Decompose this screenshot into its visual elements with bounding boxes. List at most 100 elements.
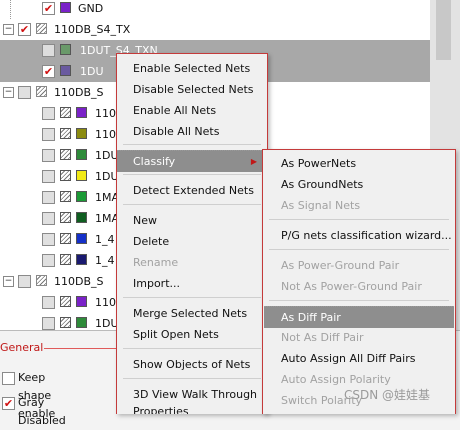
submenu-item-as-diff-pair[interactable]: As Diff Pair — [264, 306, 454, 328]
menu-item-enable-selected-nets[interactable]: Enable Selected Nets — [117, 58, 267, 79]
net-checkbox[interactable]: ✔ — [42, 2, 55, 15]
net-color-icon — [76, 317, 87, 328]
net-label: 110 — [95, 128, 116, 141]
net-color-icon — [60, 212, 71, 223]
scrollbar-thumb[interactable] — [436, 0, 451, 60]
menu-item-classify[interactable]: Classify ▶ — [117, 150, 267, 172]
collapse-icon[interactable]: − — [3, 276, 14, 287]
group-label: 110DB_S — [54, 86, 104, 99]
menu-item-disable-selected-nets[interactable]: Disable Selected Nets — [117, 79, 267, 100]
net-color-icon — [76, 296, 87, 307]
menu-item-rename[interactable]: Rename — [117, 252, 267, 273]
net-color-icon — [60, 296, 71, 307]
tree-group-row[interactable]: − ✔ 110DB_S4_TX — [0, 19, 460, 40]
submenu-item-not-as-diff-pair[interactable]: Not As Diff Pair — [263, 327, 455, 348]
option-label: Gray Disabled — [18, 396, 66, 427]
tree-guide-line — [10, 0, 11, 19]
menu-item-show-objects-of-nets[interactable]: Show Objects of Nets — [117, 354, 267, 375]
menu-separator — [123, 297, 261, 298]
net-color-icon — [76, 128, 87, 139]
group-checkbox[interactable] — [18, 86, 31, 99]
net-checkbox[interactable]: ✔ — [42, 65, 55, 78]
menu-item-disable-all-nets[interactable]: Disable All Nets — [117, 121, 267, 142]
net-checkbox[interactable] — [42, 107, 55, 120]
gray-disabled-checkbox[interactable]: ✔ — [2, 397, 15, 410]
net-color-icon — [76, 212, 87, 223]
menu-separator — [269, 300, 449, 301]
net-color-icon — [60, 107, 71, 118]
net-color-icon — [76, 107, 87, 118]
section-title: General — [0, 341, 44, 354]
net-label: 1_4 — [95, 233, 115, 246]
submenu-item-as-groundnets[interactable]: As GroundNets — [263, 174, 455, 195]
net-color-icon — [60, 170, 71, 181]
net-color-icon — [76, 233, 87, 244]
net-checkbox[interactable] — [42, 296, 55, 309]
net-label: 1_4 — [95, 254, 115, 267]
net-checkbox[interactable] — [42, 212, 55, 225]
keep-shape-checkbox[interactable] — [2, 372, 15, 385]
net-label: GND — [78, 2, 104, 15]
menu-item-split-open-nets[interactable]: Split Open Nets — [117, 324, 267, 345]
collapse-icon[interactable]: − — [3, 24, 14, 35]
menu-separator — [123, 144, 261, 145]
submenu-item-as-powernets[interactable]: As PowerNets — [263, 153, 455, 174]
menu-item-delete[interactable]: Delete — [117, 231, 267, 252]
net-color-icon — [60, 317, 71, 328]
net-color-icon — [60, 44, 71, 55]
net-label: 110 — [95, 107, 116, 120]
net-group-icon — [36, 86, 47, 97]
net-color-icon — [60, 149, 71, 160]
menu-separator — [123, 204, 261, 205]
net-group-icon — [36, 23, 47, 34]
net-color-icon — [76, 254, 87, 265]
menu-separator — [123, 378, 261, 379]
net-color-icon — [76, 191, 87, 202]
group-label: 110DB_S — [54, 275, 104, 288]
menu-item-import[interactable]: Import... — [117, 273, 267, 294]
submenu-item-as-power-ground-pair[interactable]: As Power-Ground Pair — [263, 255, 455, 276]
net-group-icon — [36, 275, 47, 286]
collapse-icon[interactable]: − — [3, 87, 14, 98]
submenu-item-auto-assign-all-diff-pairs[interactable]: Auto Assign All Diff Pairs — [263, 348, 455, 369]
net-color-icon — [76, 149, 87, 160]
tree-row[interactable]: ✔ GND — [0, 0, 460, 19]
submenu-item-as-signal-nets[interactable]: As Signal Nets — [263, 195, 455, 216]
menu-item-3d-view-walk-through[interactable]: 3D View Walk Through — [117, 384, 267, 405]
net-color-icon — [76, 170, 87, 181]
net-color-icon — [60, 254, 71, 265]
net-color-icon — [60, 2, 71, 13]
group-checkbox[interactable] — [18, 275, 31, 288]
menu-separator — [269, 219, 449, 220]
net-label: 1DU — [95, 170, 119, 183]
net-color-icon — [60, 191, 71, 202]
net-checkbox[interactable] — [42, 317, 55, 330]
watermark: CSDN @娃娃基 — [344, 388, 431, 402]
net-checkbox[interactable] — [42, 149, 55, 162]
menu-item-new[interactable]: New — [117, 210, 267, 231]
net-color-icon — [60, 233, 71, 244]
menu-separator — [123, 348, 261, 349]
net-label: 1DU — [95, 149, 119, 162]
net-checkbox[interactable] — [42, 170, 55, 183]
net-color-icon — [60, 128, 71, 139]
net-label: 1DU — [80, 65, 104, 78]
menu-item-enable-all-nets[interactable]: Enable All Nets — [117, 100, 267, 121]
net-checkbox[interactable] — [42, 254, 55, 267]
net-checkbox[interactable] — [42, 44, 55, 57]
net-checkbox[interactable] — [42, 233, 55, 246]
submenu-item-not-as-power-ground-pair[interactable]: Not As Power-Ground Pair — [263, 276, 455, 297]
classify-submenu: As PowerNets As GroundNets As Signal Net… — [262, 149, 456, 414]
group-label: 110DB_S4_TX — [54, 23, 131, 36]
net-color-icon — [60, 65, 71, 76]
submenu-arrow-icon: ▶ — [250, 157, 257, 166]
context-menu: Enable Selected Nets Disable Selected Ne… — [116, 53, 268, 414]
net-checkbox[interactable] — [42, 191, 55, 204]
menu-separator — [123, 174, 261, 175]
group-checkbox[interactable]: ✔ — [18, 23, 31, 36]
submenu-item-pg-classification-wizard[interactable]: P/G nets classification wizard... — [263, 225, 455, 246]
net-checkbox[interactable] — [42, 128, 55, 141]
menu-item-detect-extended-nets[interactable]: Detect Extended Nets — [117, 180, 267, 201]
menu-item-merge-selected-nets[interactable]: Merge Selected Nets — [117, 303, 267, 324]
net-label: 110 — [95, 296, 116, 309]
